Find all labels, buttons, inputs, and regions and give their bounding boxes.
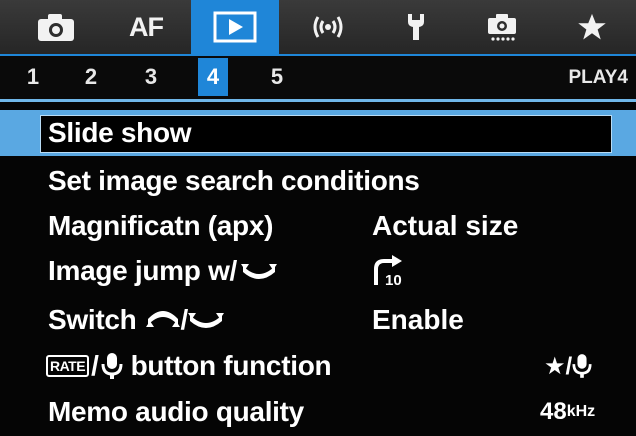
menu-item-label: Magnificatn (apx)	[48, 210, 274, 241]
menu-item-label: Memo audio quality	[48, 396, 304, 427]
menu-item-label: button function	[130, 350, 332, 381]
menu-item-label: Image jump w/	[48, 255, 238, 286]
menu-item-slide-show[interactable]: Slide show	[48, 109, 628, 157]
page-tab-5[interactable]: 5	[262, 58, 292, 96]
menu-item-label: Set image search conditions	[48, 165, 420, 196]
camera-icon	[38, 14, 74, 41]
rate-button-value: ★/	[544, 342, 592, 390]
quick-dial-icon	[146, 311, 181, 329]
microphone-icon	[101, 352, 123, 380]
svg-text:10: 10	[385, 272, 402, 287]
page-tab-2[interactable]: 2	[76, 58, 106, 96]
page-tab-1[interactable]: 1	[18, 58, 48, 96]
tab-af-label: AF	[129, 11, 164, 42]
page-tab-3[interactable]: 3	[136, 58, 166, 96]
tab-setup[interactable]	[384, 0, 448, 54]
tab-shooting[interactable]	[24, 0, 88, 54]
tab-wireless[interactable]	[296, 0, 360, 54]
page-tab-4[interactable]: 4	[198, 58, 228, 96]
menu-page-title: PLAY4	[568, 67, 629, 88]
tab-my-menu[interactable]	[560, 0, 624, 54]
switch-dial-value: Enable	[372, 304, 464, 335]
menu-item-image-jump[interactable]: Image jump w/	[48, 247, 628, 295]
star-icon	[578, 13, 606, 40]
wrench-icon	[408, 14, 424, 40]
custom-functions-icon	[488, 14, 516, 41]
menu-list: Slide show Set image search conditions M…	[0, 100, 636, 428]
switch-separator: /	[180, 304, 188, 335]
menu-item-rate-button-function[interactable]: RATE / button function	[46, 342, 626, 390]
tab-af[interactable]: AF	[110, 0, 182, 54]
microphone-icon	[572, 354, 592, 378]
page-indicator-bar: 1 2 3 4 5 PLAY4	[0, 54, 636, 102]
memo-audio-quality-value: 48 kHz	[540, 398, 596, 425]
play-icon	[213, 11, 257, 43]
main-dial-icon	[241, 262, 278, 280]
menu-item-label: Switch	[48, 304, 137, 335]
tab-playback[interactable]	[191, 0, 279, 54]
main-dial-icon	[187, 311, 224, 329]
wireless-icon	[313, 16, 343, 38]
rate-button-icon: RATE	[46, 355, 90, 377]
menu-item-switch-dial[interactable]: Switch /	[48, 296, 628, 344]
magnification-value: Actual size	[372, 210, 519, 241]
menu-item-label: Slide show	[48, 117, 192, 148]
menu-item-image-search-conditions[interactable]: Set image search conditions	[48, 157, 628, 205]
menu-item-magnification[interactable]: Magnificatn (apx)	[48, 202, 628, 250]
tab-custom[interactable]	[470, 0, 534, 54]
jump-10-images-icon: 10	[372, 247, 406, 295]
menu-tab-bar: AF	[0, 0, 636, 54]
